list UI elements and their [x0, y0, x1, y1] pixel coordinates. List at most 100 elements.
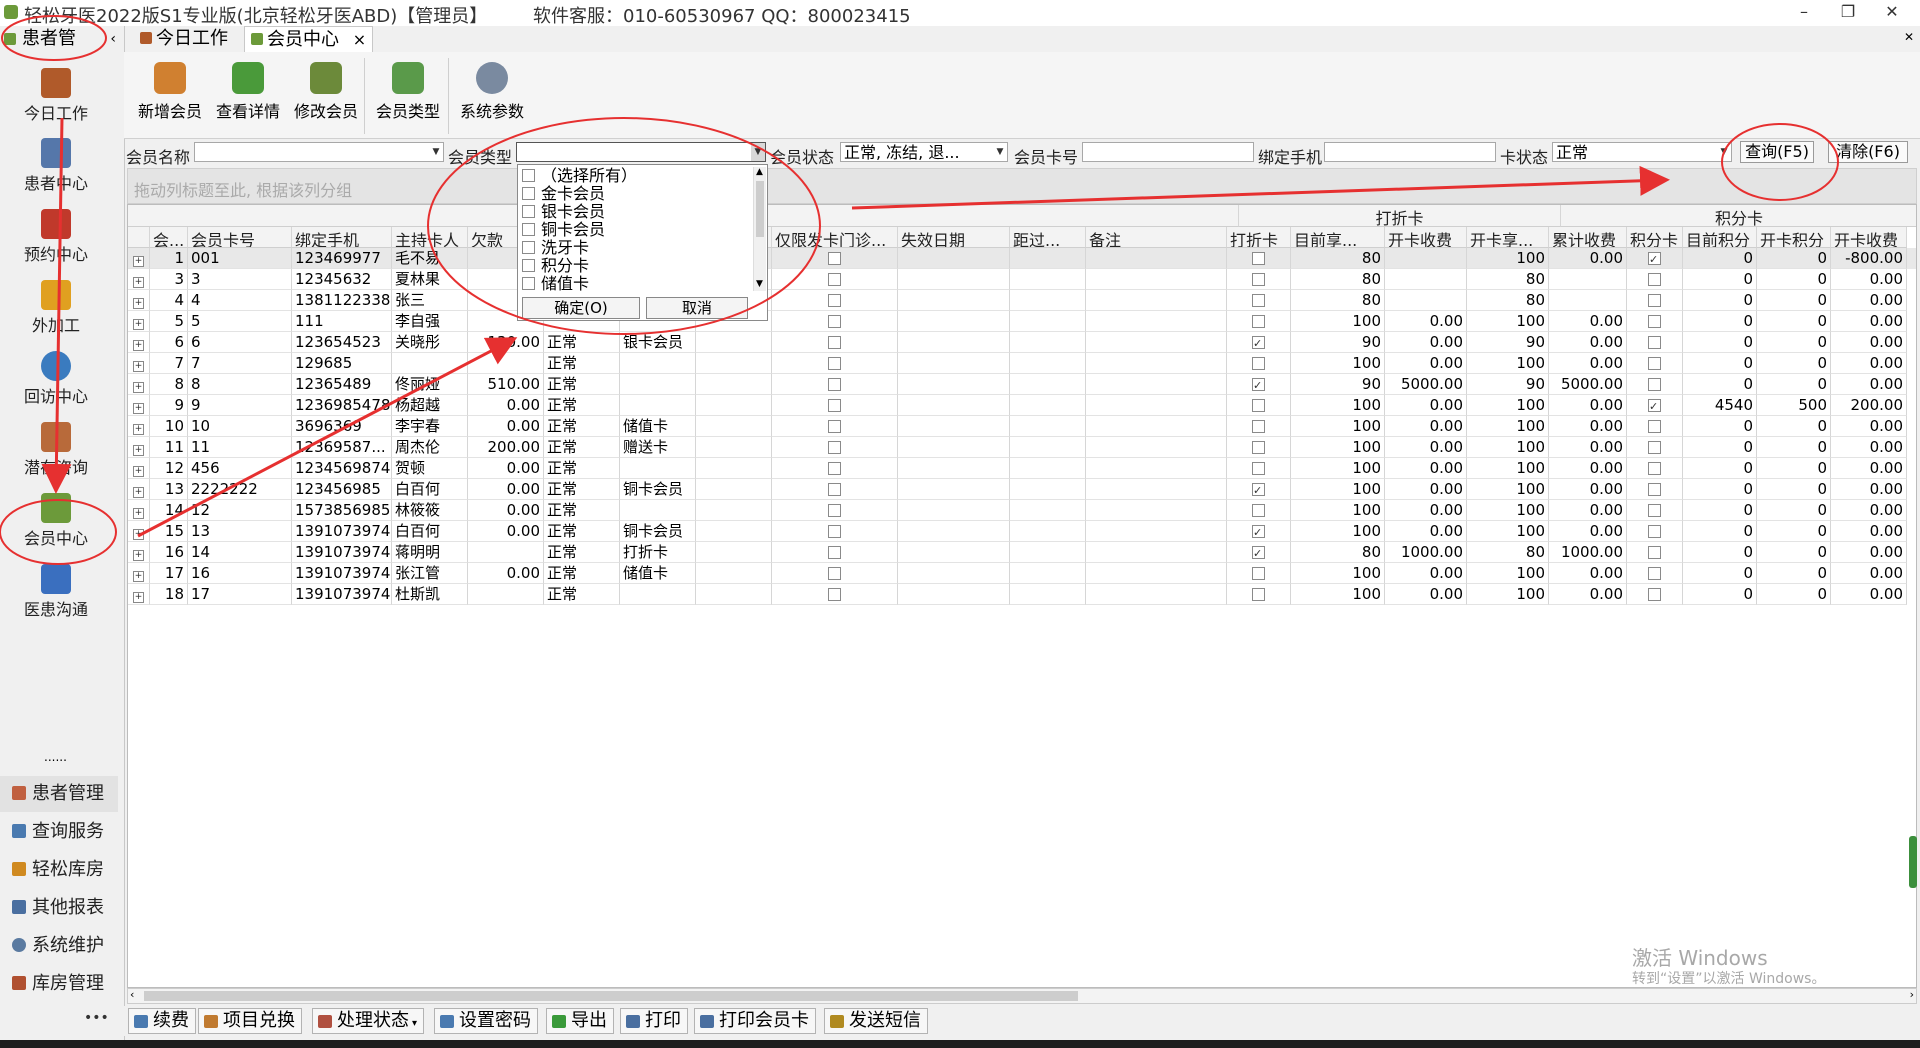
checkbox[interactable]	[1252, 273, 1265, 286]
table-row[interactable]: +991236985478杨超越0.00正常1000.001000.004540…	[128, 395, 1916, 416]
column-header-cur[interactable]: 目前享...	[1291, 227, 1385, 248]
bound-phone-input[interactable]	[1324, 142, 1496, 162]
table-row[interactable]: +1001123469977毛不易801000.0000-800.00	[128, 248, 1916, 269]
bottom-menu-more[interactable]: •••	[84, 1010, 109, 1026]
checkbox[interactable]	[522, 169, 535, 182]
expand-icon[interactable]: +	[133, 529, 144, 540]
scroll-thumb[interactable]	[144, 991, 1078, 1001]
column-header-ofee[interactable]: 开卡收费	[1831, 227, 1907, 248]
checkbox[interactable]	[828, 315, 841, 328]
member-type-button[interactable]: 会员类型	[370, 60, 446, 130]
nav-doctor-patient-comm[interactable]: 医患沟通	[0, 558, 112, 628]
nav-member-center[interactable]: 会员中心	[0, 487, 112, 557]
checkbox[interactable]	[522, 241, 535, 254]
checkbox[interactable]	[1648, 525, 1661, 538]
expand-icon[interactable]: +	[133, 592, 144, 603]
checkbox[interactable]	[828, 357, 841, 370]
checkbox[interactable]	[1252, 420, 1265, 433]
expand-icon[interactable]: +	[133, 340, 144, 351]
send-sms-button[interactable]: 发送短信	[824, 1008, 928, 1034]
checkbox[interactable]	[1648, 315, 1661, 328]
checkbox[interactable]	[828, 462, 841, 475]
view-details-button[interactable]: 查看详情	[210, 60, 286, 130]
table-row[interactable]: +10 10 3696369 李宇春 0.00 正常 储值卡 100 0.00 100 0.00 0 0…	[128, 416, 1916, 437]
checkbox[interactable]	[828, 420, 841, 433]
popup-cancel-button[interactable]: 取消	[646, 297, 748, 319]
expand-icon[interactable]: +	[133, 298, 144, 309]
minimize-button[interactable]: –	[1784, 0, 1824, 26]
checkbox[interactable]	[828, 252, 841, 265]
query-button[interactable]: 查询(F5)	[1740, 141, 1814, 163]
popup-scroll-thumb[interactable]	[756, 181, 764, 237]
checkbox[interactable]	[828, 378, 841, 391]
checkbox[interactable]	[522, 223, 535, 236]
checkbox[interactable]	[1648, 441, 1661, 454]
nav-external-processing[interactable]: 外加工	[0, 274, 112, 344]
scroll-right-icon[interactable]: ›	[1910, 988, 1914, 1001]
tab-member-center[interactable]: 会员中心 ×	[244, 26, 374, 53]
checkbox[interactable]	[522, 259, 535, 272]
checkbox[interactable]	[1648, 336, 1661, 349]
member-name-combo[interactable]: ▼	[194, 142, 444, 162]
column-header-holder[interactable]: 主持卡人	[392, 227, 468, 248]
sidebar-header[interactable]: 患者管 ‹	[4, 26, 116, 52]
chevron-down-icon[interactable]: ▼	[751, 143, 765, 161]
expand-icon[interactable]: +	[133, 361, 144, 372]
expand-icon[interactable]: +	[133, 508, 144, 519]
table-row[interactable]: +66123654523关晓彤130.00正常银卡会员900.00900.000…	[128, 332, 1916, 353]
expand-icon[interactable]: +	[133, 487, 144, 498]
column-header-dist[interactable]: 距过...	[1010, 227, 1086, 248]
checkbox[interactable]	[1252, 399, 1265, 412]
clear-button[interactable]: 清除(F6)	[1828, 141, 1908, 163]
checkbox[interactable]	[1648, 378, 1661, 391]
item-exchange-button[interactable]: 项目兑换	[198, 1008, 302, 1034]
nav-potential-consult[interactable]: 潜在咨询	[0, 416, 112, 486]
print-member-card-button[interactable]: 打印会员卡	[694, 1008, 816, 1034]
menu-query-service[interactable]: 查询服务	[0, 814, 118, 850]
option-gold[interactable]: 金卡会员	[522, 185, 605, 203]
scroll-down-icon[interactable]: ▼	[756, 279, 763, 289]
popup-scrollbar[interactable]: ▲ ▼	[753, 167, 766, 291]
checkbox[interactable]	[1252, 252, 1265, 265]
checkbox[interactable]	[1252, 462, 1265, 475]
process-status-button[interactable]: 处理状态 ▾	[312, 1008, 425, 1034]
collapse-chevron-icon[interactable]: ‹	[110, 26, 116, 52]
set-password-button[interactable]: 设置密码	[434, 1008, 538, 1034]
checkbox[interactable]	[1648, 357, 1661, 370]
sidebar-more[interactable]: ......	[44, 750, 67, 764]
horizontal-scrollbar[interactable]: ‹ ›	[127, 988, 1917, 1004]
checkbox[interactable]	[828, 399, 841, 412]
table-row[interactable]: +3 3 12345632 夏林果 80 80 0 0 0.00	[128, 269, 1916, 290]
checkbox[interactable]	[1648, 420, 1661, 433]
option-silver[interactable]: 银卡会员	[522, 203, 605, 221]
table-row[interactable]: +161413910739743蒋明明正常打折卡801000.00801000.…	[128, 542, 1916, 563]
checkbox[interactable]	[1252, 441, 1265, 454]
column-header-dk[interactable]: 打折卡	[1227, 227, 1291, 248]
nav-appointment-center[interactable]: 预约中心	[0, 203, 112, 273]
table-row[interactable]: +17 16 13910739749 张江管 0.00 正常 储值卡 100 0.00 100 0.…	[128, 563, 1916, 584]
tab-today-work[interactable]: 今日工作	[134, 26, 234, 52]
checkbox[interactable]	[1252, 480, 1265, 499]
table-row[interactable]: +5 5 111 李自强 100 0.00 100 0.00 0 0 0.00	[128, 311, 1916, 332]
panel-close-icon[interactable]: ✕	[1904, 30, 1914, 44]
print-button[interactable]: 打印	[620, 1008, 688, 1034]
column-header-card[interactable]: 会员卡号	[188, 227, 292, 248]
option-points[interactable]: 积分卡	[522, 257, 589, 275]
tab-close-icon[interactable]: ×	[353, 30, 366, 49]
expand-icon[interactable]: +	[133, 445, 144, 456]
checkbox[interactable]	[522, 187, 535, 200]
checkbox[interactable]	[1648, 249, 1661, 268]
column-header-note[interactable]: 备注	[1086, 227, 1227, 248]
checkbox[interactable]	[1252, 315, 1265, 328]
checkbox[interactable]	[828, 336, 841, 349]
menu-patient-management[interactable]: 患者管理	[0, 776, 118, 812]
scroll-left-icon[interactable]: ‹	[130, 988, 134, 1001]
nav-today-work[interactable]: 今日工作	[0, 62, 112, 132]
column-header-no[interactable]: 会...	[150, 227, 188, 248]
checkbox[interactable]	[1252, 522, 1265, 541]
option-cleaning[interactable]: 洗牙卡	[522, 239, 589, 257]
add-member-button[interactable]: 新增会员	[132, 60, 208, 130]
checkbox[interactable]	[828, 588, 841, 601]
expand-icon[interactable]: +	[133, 403, 144, 414]
expand-icon[interactable]: +	[133, 466, 144, 477]
